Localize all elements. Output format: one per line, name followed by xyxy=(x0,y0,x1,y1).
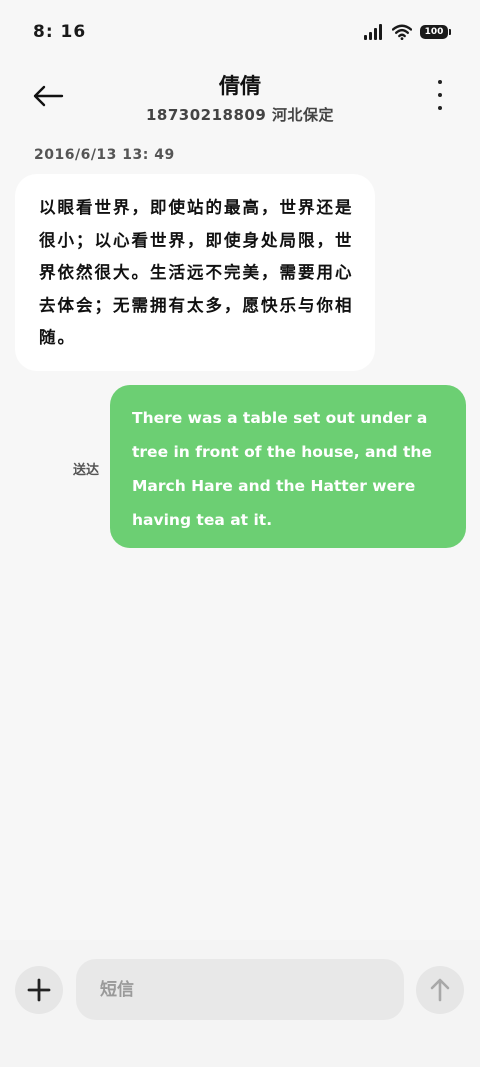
signal-icon xyxy=(364,24,382,40)
message-composer xyxy=(0,940,480,1067)
arrow-up-icon xyxy=(430,978,450,1002)
contact-subtitle: 18730218809 河北保定 xyxy=(145,106,335,124)
wifi-icon xyxy=(392,24,412,40)
contact-name: 倩倩 xyxy=(219,74,261,98)
status-icons: 100 xyxy=(364,24,451,40)
delivery-status: 送达 xyxy=(73,463,100,478)
battery-icon: 100 xyxy=(420,25,451,39)
incoming-message-bubble[interactable]: 以眼看世界，即使站的最高，世界还是很小；以心看世界，即使身处局限，世界依然很大。… xyxy=(15,174,375,371)
more-vertical-icon xyxy=(438,93,442,97)
status-bar: 8: 16 100 xyxy=(0,0,480,66)
conversation-header: 倩倩 18730218809 河北保定 xyxy=(0,66,480,136)
message-input[interactable] xyxy=(76,959,404,1020)
message-timestamp: 2016/6/13 13: 49 xyxy=(34,147,175,163)
send-button[interactable] xyxy=(416,966,464,1014)
outgoing-message-bubble[interactable]: There was a table set out under a tree i… xyxy=(110,385,466,548)
status-time: 8: 16 xyxy=(33,22,87,42)
more-vertical-icon xyxy=(438,106,442,110)
more-button[interactable] xyxy=(432,78,448,112)
plus-icon xyxy=(27,978,51,1002)
more-vertical-icon xyxy=(438,80,442,84)
add-attachment-button[interactable] xyxy=(15,966,63,1014)
